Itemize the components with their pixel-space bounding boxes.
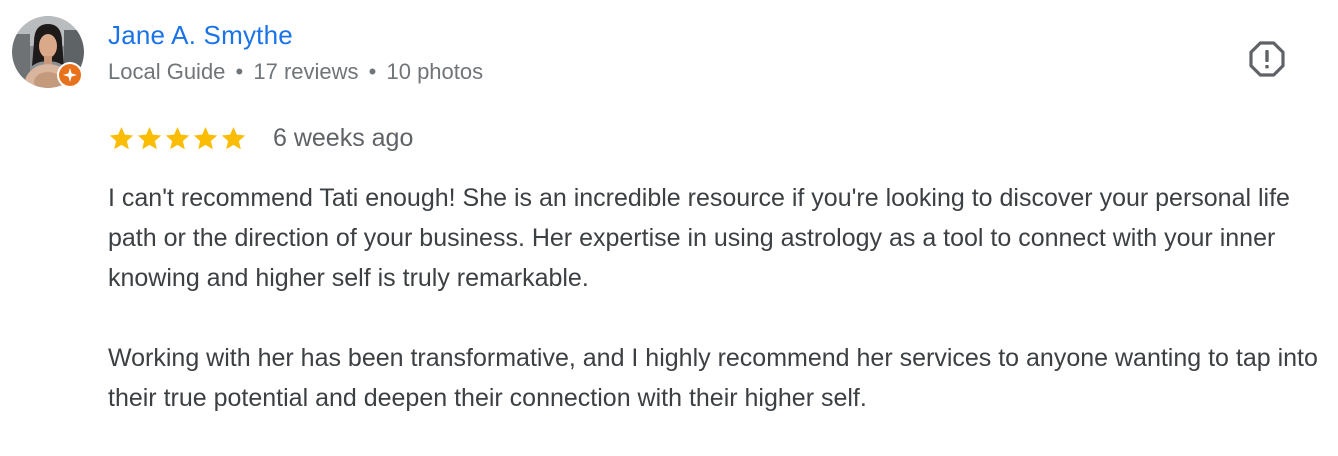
- meta-separator: •: [368, 59, 377, 84]
- rating-row: 6 weeks ago: [108, 122, 413, 154]
- star-icon: [109, 126, 134, 149]
- reviewer-photo-count: 10 photos: [386, 59, 484, 84]
- review-body: I can't recommend Tati enough! She is an…: [108, 178, 1323, 418]
- sparkle-icon: [63, 68, 77, 82]
- star-icon: [221, 126, 246, 149]
- avatar-wrapper[interactable]: [12, 16, 84, 88]
- star-rating: [108, 125, 247, 152]
- star-icon: [137, 126, 162, 149]
- review-card: Jane A. Smythe Local Guide • 17 reviews …: [0, 0, 1338, 456]
- star-icon: [193, 126, 218, 149]
- review-time: 6 weeks ago: [273, 124, 414, 152]
- reviewer-level: Local Guide: [108, 59, 226, 84]
- meta-separator: •: [235, 59, 244, 84]
- report-review-button[interactable]: [1246, 38, 1288, 80]
- local-guide-badge-icon: [59, 64, 81, 86]
- reviewer-name[interactable]: Jane A. Smythe: [108, 18, 293, 52]
- review-paragraph: I can't recommend Tati enough! She is an…: [108, 184, 1290, 292]
- reviewer-review-count: 17 reviews: [253, 59, 359, 84]
- local-guide-badge: [57, 62, 83, 88]
- review-paragraph: Working with her has been transformative…: [108, 344, 1318, 412]
- reviewer-meta: Local Guide • 17 reviews • 10 photos: [108, 58, 483, 86]
- report-icon: [1249, 41, 1285, 77]
- star-icon: [165, 126, 190, 149]
